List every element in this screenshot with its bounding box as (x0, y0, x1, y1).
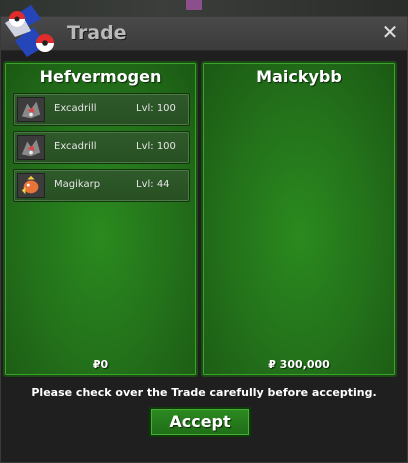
backdrop-sprite (186, 0, 202, 10)
pokemon-level: Lvl: 100 (136, 141, 176, 152)
left-offer-panel: Hefvermogen Excadrill Lvl: 100 Excadrill… (3, 61, 198, 377)
trade-notice: Please check over the Trade carefully be… (31, 386, 377, 399)
left-balance: ₽0 (92, 358, 109, 371)
pokeball-logo-icon (5, 5, 54, 57)
pokemon-name: Excadrill (54, 141, 97, 152)
excadrill-icon (17, 97, 45, 122)
pokemon-name: Excadrill (54, 103, 97, 114)
pokemon-level: Lvl: 100 (136, 103, 176, 114)
window-title: Trade (67, 22, 127, 44)
offer-item[interactable]: Excadrill Lvl: 100 (13, 131, 190, 164)
left-player-name: Hefvermogen (39, 67, 162, 86)
offer-item[interactable]: Magikarp Lvl: 44 (13, 169, 190, 202)
magikarp-icon (17, 173, 45, 198)
right-offer-panel: Maickybb ₽ 300,000 (201, 61, 397, 377)
excadrill-icon (17, 135, 45, 160)
right-player-name: Maickybb (256, 67, 342, 86)
accept-button[interactable]: Accept (149, 407, 251, 437)
right-balance: ₽ 300,000 (268, 358, 330, 371)
pokemon-name: Magikarp (54, 179, 101, 190)
offer-item[interactable]: Excadrill Lvl: 100 (13, 93, 190, 126)
left-offer-list: Excadrill Lvl: 100 Excadrill Lvl: 100 Ma… (13, 93, 190, 207)
close-button[interactable]: ✕ (379, 20, 401, 44)
trade-window: Trade ✕ Hefvermogen Excadrill Lvl: 100 E… (0, 5, 408, 463)
pokemon-level: Lvl: 44 (136, 179, 170, 190)
